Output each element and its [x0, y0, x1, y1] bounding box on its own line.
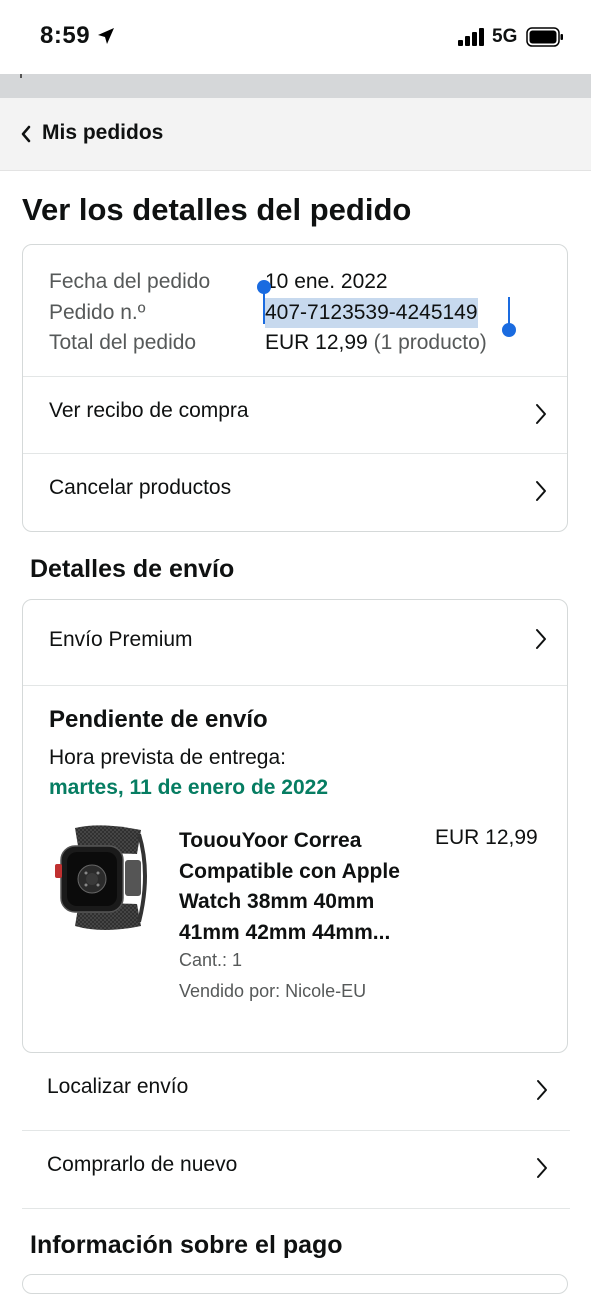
product-title[interactable]: TououYoor Correa Compatible con Apple Wa… — [179, 826, 429, 948]
buy-again-row[interactable]: Comprarlo de nuevo — [22, 1131, 570, 1209]
product-image[interactable] — [53, 824, 151, 932]
eta-date: martes, 11 de enero de 2022 — [49, 776, 328, 799]
divider — [23, 685, 567, 686]
chevron-right-icon — [536, 1157, 548, 1184]
order-number-value[interactable]: 407-7123539-4245149 — [265, 297, 478, 328]
chevron-left-icon[interactable] — [20, 124, 32, 149]
chevron-right-icon — [535, 480, 547, 507]
track-package-label[interactable]: Localizar envío — [47, 1075, 188, 1099]
shipment-status: Pendiente de envío — [49, 706, 268, 733]
order-total-amount: EUR 12,99 — [265, 331, 368, 354]
back-link-label[interactable]: Mis pedidos — [42, 121, 163, 145]
track-package-row[interactable]: Localizar envío — [22, 1053, 570, 1131]
location-arrow-icon — [96, 26, 116, 51]
order-total-value: EUR 12,99 (1 producto) — [265, 328, 487, 359]
status-bar: 8:59 5G — [0, 0, 591, 74]
view-receipt-row[interactable]: Ver recibo de compra — [23, 376, 567, 454]
order-summary-card: Fecha del pedido 10 ene. 2022 Pedido n.º… — [22, 244, 568, 532]
product-seller: Vendido por: Nicole-EU — [179, 981, 367, 1001]
product-price: EUR 12,99 — [435, 826, 538, 849]
shipping-card: Envío Premium Pendiente de envío Hora pr… — [22, 599, 568, 1053]
eta-label: Hora prevista de entrega: — [49, 746, 286, 769]
order-total-row: Total del pedido EUR 12,99 (1 producto) — [49, 328, 487, 359]
chevron-right-icon — [536, 1079, 548, 1106]
chevron-right-icon — [535, 628, 547, 655]
selection-end-handle[interactable] — [502, 323, 516, 337]
order-date-value: 10 ene. 2022 — [265, 270, 388, 293]
cancel-products-label[interactable]: Cancelar productos — [49, 476, 231, 500]
payment-section-title: Información sobre el pago — [30, 1231, 343, 1259]
order-number-label: Pedido n.º — [49, 300, 146, 324]
battery-icon — [526, 27, 564, 52]
cellular-signal-icon — [458, 28, 486, 51]
order-total-count: (1 producto) — [373, 331, 487, 354]
header-mark — [20, 74, 22, 78]
payment-card — [22, 1274, 568, 1294]
shipping-method-label[interactable]: Envío Premium — [49, 628, 193, 652]
back-navigation[interactable]: Mis pedidos — [0, 98, 591, 171]
selection-start-bar — [263, 290, 265, 324]
order-total-label: Total del pedido — [49, 331, 197, 354]
chevron-right-icon — [535, 403, 547, 430]
view-receipt-label[interactable]: Ver recibo de compra — [49, 399, 249, 423]
network-type: 5G — [492, 26, 518, 47]
shipping-section-title: Detalles de envío — [30, 555, 235, 583]
page-title: Ver los detalles del pedido — [22, 192, 412, 227]
cancel-products-row[interactable]: Cancelar productos — [23, 453, 567, 531]
order-number-row: Pedido n.º 407-7123539-4245149 — [49, 297, 487, 328]
status-time: 8:59 — [40, 22, 91, 49]
shipping-method-row[interactable]: Envío Premium — [23, 600, 567, 685]
top-header-strip — [0, 74, 591, 98]
product-quantity: Cant.: 1 — [179, 950, 243, 970]
order-date-label: Fecha del pedido — [49, 270, 211, 293]
buy-again-label[interactable]: Comprarlo de nuevo — [47, 1153, 237, 1177]
